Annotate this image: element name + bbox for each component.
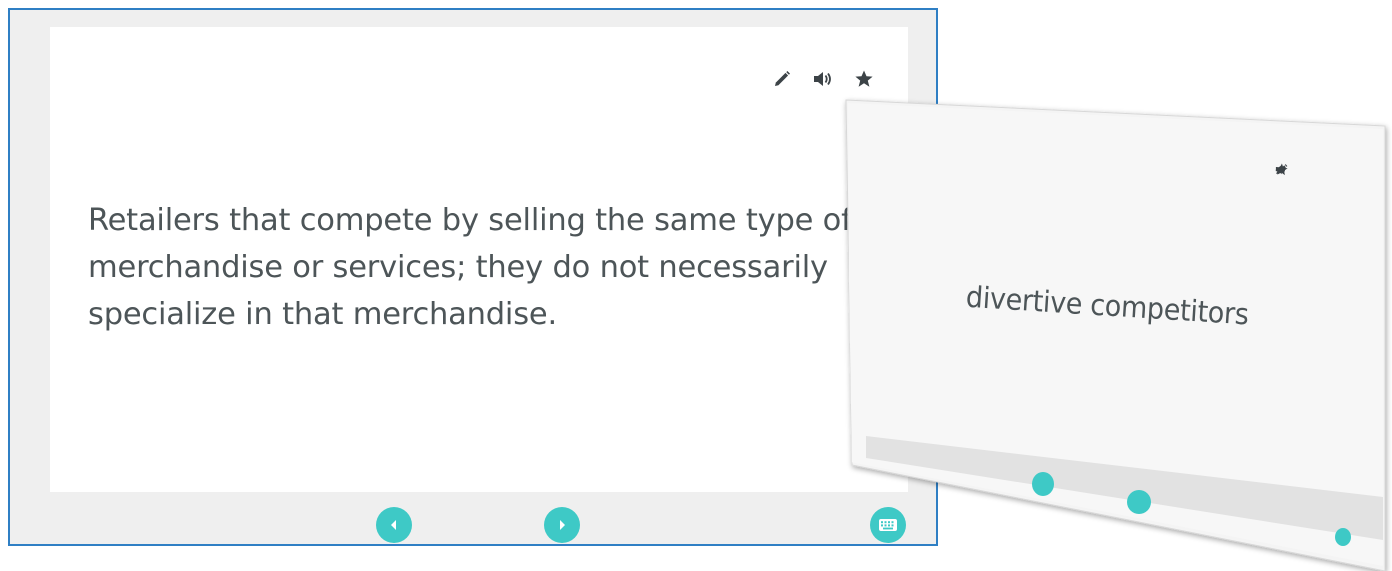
star-icon[interactable] xyxy=(854,69,874,89)
keyboard-shortcuts-button[interactable] xyxy=(870,507,906,543)
back-keyboard-button xyxy=(1335,528,1351,546)
flashcard-term: divertive competitors xyxy=(964,280,1250,332)
back-card-toolbar xyxy=(1275,162,1299,176)
audio-icon[interactable] xyxy=(812,69,834,89)
edit-icon[interactable] xyxy=(772,69,792,89)
flashcard-stage: Retailers that compete by selling the sa… xyxy=(0,0,1392,571)
back-next-button xyxy=(1127,490,1151,514)
previous-card-button[interactable] xyxy=(376,507,412,543)
next-card-button[interactable] xyxy=(544,507,580,543)
card-toolbar xyxy=(772,69,874,89)
chevron-left-icon xyxy=(387,518,401,532)
back-previous-button xyxy=(1032,472,1054,496)
flashcard-frame: Retailers that compete by selling the sa… xyxy=(8,8,938,546)
flashcard-front[interactable]: Retailers that compete by selling the sa… xyxy=(50,27,908,492)
keyboard-icon xyxy=(878,518,898,532)
chevron-right-icon xyxy=(555,518,569,532)
flashcard-definition: Retailers that compete by selling the sa… xyxy=(88,203,852,332)
